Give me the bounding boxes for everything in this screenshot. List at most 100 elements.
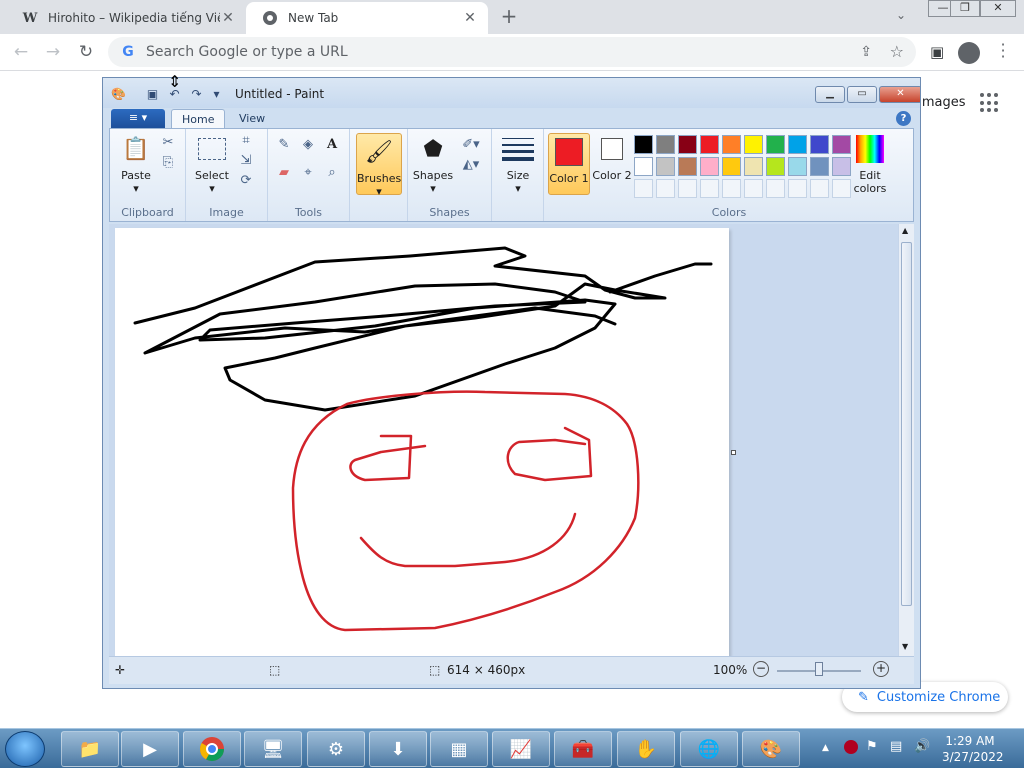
outline-icon[interactable]: ✐▾: [458, 135, 484, 155]
media-player-icon[interactable]: ▶: [121, 731, 179, 767]
tab-view[interactable]: View: [229, 109, 275, 129]
palette-swatch[interactable]: [678, 157, 697, 176]
palette-swatch[interactable]: [744, 135, 763, 154]
remote-desktop-icon[interactable]: ✋: [617, 731, 675, 767]
copy-icon[interactable]: ⎘: [158, 153, 178, 173]
tray-volume-icon[interactable]: 🔊: [914, 739, 930, 754]
pencil-icon[interactable]: ✎: [274, 135, 294, 155]
palette-swatch[interactable]: [722, 135, 741, 154]
redo-icon[interactable]: ↷: [189, 87, 204, 101]
share-icon[interactable]: ⇪: [860, 44, 872, 60]
tray-security-icon[interactable]: [844, 740, 858, 754]
quick-access-dropdown-icon[interactable]: ▾: [209, 87, 224, 101]
side-panel-icon[interactable]: ▣: [930, 43, 944, 61]
palette-swatch[interactable]: [788, 179, 807, 198]
close-window-button[interactable]: ✕: [980, 0, 1016, 17]
text-tool-icon[interactable]: A: [322, 135, 342, 155]
edit-colors-button[interactable]: Edit colors: [848, 133, 892, 195]
palette-swatch[interactable]: [634, 135, 653, 154]
paint-maximize-button[interactable]: ▭: [847, 86, 877, 103]
magnifier-icon[interactable]: ⌕: [322, 163, 342, 183]
file-explorer-icon[interactable]: 📁: [61, 731, 119, 767]
google-apps-icon[interactable]: [980, 93, 1000, 113]
color1-button[interactable]: Color 1: [548, 133, 590, 195]
zoom-in-icon[interactable]: +: [873, 661, 889, 677]
palette-swatch[interactable]: [700, 179, 719, 198]
tab-search-chevron-icon[interactable]: ⌄: [896, 8, 906, 22]
palette-swatch[interactable]: [700, 157, 719, 176]
profile-avatar[interactable]: [958, 42, 980, 64]
palette-swatch[interactable]: [810, 135, 829, 154]
zoom-out-icon[interactable]: −: [753, 661, 769, 677]
tab-close-icon[interactable]: ✕: [220, 10, 236, 26]
download-icon[interactable]: ⬇: [369, 731, 427, 767]
scroll-thumb[interactable]: [901, 242, 912, 606]
new-tab-plus-icon[interactable]: +: [498, 6, 520, 28]
crop-icon[interactable]: ⌗: [236, 131, 256, 151]
paint-minimize-button[interactable]: ▁: [815, 86, 845, 103]
palette-swatch[interactable]: [634, 157, 653, 176]
palette-swatch[interactable]: [788, 135, 807, 154]
palette-swatch[interactable]: [744, 179, 763, 198]
firewall-icon[interactable]: ▦: [430, 731, 488, 767]
tab-close-icon[interactable]: ✕: [462, 10, 478, 26]
palette-swatch[interactable]: [810, 157, 829, 176]
brushes-button[interactable]: 🖌 Brushes ▾: [356, 133, 402, 198]
palette-swatch[interactable]: [678, 135, 697, 154]
palette-swatch[interactable]: [766, 135, 785, 154]
save-icon[interactable]: ▣: [145, 87, 160, 101]
palette-swatch[interactable]: [788, 157, 807, 176]
chrome-taskbar-icon[interactable]: [183, 731, 241, 767]
palette-swatch[interactable]: [700, 135, 719, 154]
palette-swatch[interactable]: [810, 179, 829, 198]
images-link[interactable]: Images: [918, 95, 966, 110]
palette-swatch[interactable]: [656, 179, 675, 198]
resize-icon[interactable]: ⇲: [236, 151, 256, 171]
paint-file-menu-button[interactable]: ≡ ▾: [111, 109, 165, 128]
fill-icon[interactable]: ◭▾: [458, 155, 484, 175]
scroll-down-arrow-icon[interactable]: ▼: [902, 642, 908, 651]
start-button[interactable]: [5, 731, 45, 767]
tab-new-tab[interactable]: New Tab ✕: [246, 2, 488, 34]
paint-taskbar-icon[interactable]: 🎨: [742, 731, 800, 767]
palette-swatch[interactable]: [678, 179, 697, 198]
paint-close-button[interactable]: ✕: [879, 86, 920, 103]
color2-button[interactable]: Color 2: [592, 133, 632, 182]
select-button[interactable]: Select ▾: [192, 133, 232, 195]
reload-icon[interactable]: ↻: [75, 42, 97, 64]
palette-swatch[interactable]: [656, 157, 675, 176]
back-arrow-icon[interactable]: ←: [10, 42, 32, 64]
network-globe-icon[interactable]: 🌐: [680, 731, 738, 767]
scroll-up-arrow-icon[interactable]: ▲: [902, 226, 908, 235]
paste-button[interactable]: 📋 Paste ▾: [116, 133, 156, 196]
bookmark-star-icon[interactable]: ☆: [890, 42, 904, 61]
task-manager-icon[interactable]: 📈: [492, 731, 550, 767]
palette-swatch[interactable]: [766, 179, 785, 198]
color-picker-icon[interactable]: ⌖: [298, 163, 318, 183]
cut-icon[interactable]: ✂: [158, 133, 178, 153]
help-icon[interactable]: ?: [896, 111, 911, 126]
drawing-canvas[interactable]: [115, 228, 729, 656]
tray-expand-icon[interactable]: ▲: [822, 743, 829, 753]
zoom-slider-thumb[interactable]: [815, 662, 823, 676]
settings-gear-icon[interactable]: ⚙: [307, 731, 365, 767]
rotate-icon[interactable]: ⟳: [236, 171, 256, 191]
taskbar-clock[interactable]: 1:29 AM 3/27/2022: [942, 733, 1004, 765]
palette-swatch[interactable]: [766, 157, 785, 176]
palette-swatch[interactable]: [634, 179, 653, 198]
vertical-scrollbar[interactable]: ▲ ▼: [898, 224, 914, 656]
palette-swatch[interactable]: [722, 157, 741, 176]
palette-swatch[interactable]: [722, 179, 741, 198]
toolbox-icon[interactable]: 🧰: [554, 731, 612, 767]
fill-bucket-icon[interactable]: ◈: [298, 135, 318, 155]
size-button[interactable]: Size ▾: [498, 133, 538, 195]
canvas-resize-handle[interactable]: [731, 450, 736, 455]
forward-arrow-icon[interactable]: →: [42, 42, 64, 64]
palette-swatch[interactable]: [656, 135, 675, 154]
tray-network-icon[interactable]: ▤: [890, 739, 902, 754]
tab-wikipedia[interactable]: W Hirohito – Wikipedia tiếng Việt ✕: [6, 2, 246, 34]
eraser-icon[interactable]: ▰: [274, 163, 294, 183]
tab-home[interactable]: Home: [171, 109, 226, 129]
control-panel-icon[interactable]: 🖥: [244, 731, 302, 767]
tray-action-center-icon[interactable]: ⚑: [866, 739, 878, 754]
